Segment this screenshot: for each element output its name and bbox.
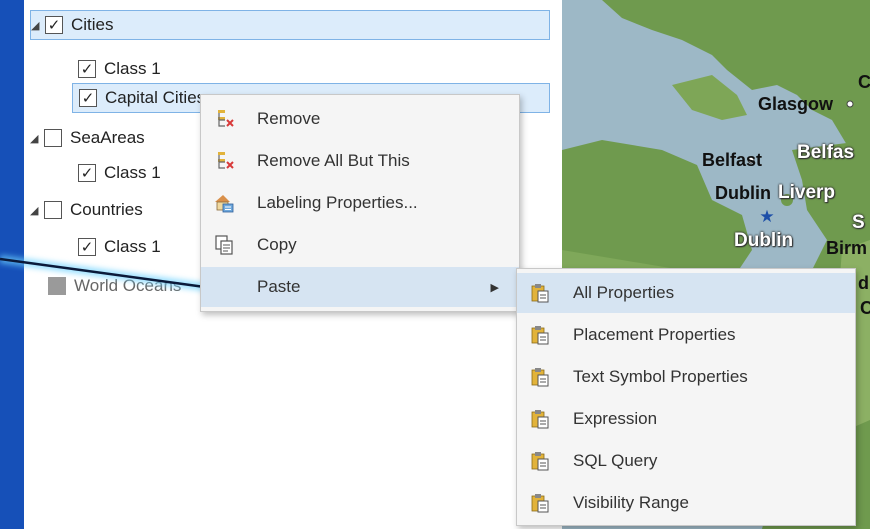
menu-item-label: Paste bbox=[257, 277, 301, 296]
clipboard-paste-icon bbox=[531, 284, 549, 303]
tree-item-label: Class 1 bbox=[104, 163, 161, 182]
clipboard-paste-icon bbox=[531, 368, 549, 387]
map-label-dublin: Dublin bbox=[715, 183, 771, 203]
capital-star-icon: ★ bbox=[759, 207, 774, 226]
menu-item-label: Text Symbol Properties bbox=[573, 367, 748, 386]
checkbox-sea-areas[interactable] bbox=[44, 129, 62, 147]
tree-item-label: SeaAreas bbox=[70, 128, 145, 147]
menu-item-label: Placement Properties bbox=[573, 325, 736, 344]
map-label-liverpool-halo: Liverp bbox=[778, 182, 836, 203]
checkbox-countries[interactable] bbox=[44, 201, 62, 219]
map-label-belfast: Belfast bbox=[702, 150, 763, 170]
menu-item-paste[interactable]: Paste ▶ bbox=[201, 267, 519, 307]
city-dot-glasgow bbox=[846, 100, 854, 108]
map-label-fragment-c: C bbox=[858, 72, 870, 92]
collapse-triangle-icon[interactable]: ◢ bbox=[31, 19, 45, 32]
menu-item-label: Expression bbox=[573, 409, 658, 428]
map-label-belfast-halo: Belfas bbox=[797, 142, 855, 163]
tree-item-label: Cities bbox=[71, 15, 114, 34]
remove-layer-icon bbox=[218, 110, 234, 127]
tree-item-label: Class 1 bbox=[104, 59, 161, 78]
map-label-fragment-s: S bbox=[852, 212, 865, 233]
clipboard-paste-icon bbox=[531, 326, 549, 345]
chevron-right-icon: ▶ bbox=[490, 281, 499, 294]
tree-item-label: Capital Cities bbox=[105, 88, 206, 107]
collapse-triangle-icon[interactable]: ◢ bbox=[30, 204, 44, 217]
menu-item-copy[interactable]: Copy bbox=[201, 225, 519, 265]
remove-all-but-this-icon bbox=[218, 152, 234, 169]
submenu-item-text-symbol-properties[interactable]: Text Symbol Properties bbox=[517, 357, 855, 397]
tree-item-cities[interactable]: ◢ Cities bbox=[30, 10, 550, 40]
menu-item-remove-all-but-this[interactable]: Remove All But This bbox=[201, 141, 519, 181]
paste-submenu: All Properties Placement Properties Text… bbox=[516, 268, 856, 526]
menu-item-label: Labeling Properties... bbox=[257, 193, 418, 212]
tree-item-label: Countries bbox=[70, 200, 143, 219]
clipboard-paste-icon bbox=[531, 410, 549, 429]
tree-item-cities-class[interactable]: Class 1 bbox=[78, 54, 161, 84]
submenu-item-all-properties[interactable]: All Properties bbox=[517, 273, 855, 313]
menu-item-labeling-properties[interactable]: Labeling Properties... bbox=[201, 183, 519, 223]
submenu-item-visibility-range[interactable]: Visibility Range bbox=[517, 483, 855, 523]
menu-item-remove[interactable]: Remove bbox=[201, 99, 519, 139]
submenu-item-expression[interactable]: Expression bbox=[517, 399, 855, 439]
checkbox-sea-class[interactable] bbox=[78, 164, 96, 182]
checkbox-cities[interactable] bbox=[45, 16, 63, 34]
map-label-fragment-c2: C bbox=[860, 298, 870, 318]
map-label-dublin-halo: Dublin bbox=[734, 230, 794, 251]
tree-item-sea-areas[interactable]: ◢ SeaAreas bbox=[30, 123, 145, 153]
submenu-item-placement-properties[interactable]: Placement Properties bbox=[517, 315, 855, 355]
copy-icon bbox=[215, 235, 233, 255]
labeling-properties-icon bbox=[215, 195, 234, 213]
tree-item-countries[interactable]: ◢ Countries bbox=[30, 195, 143, 225]
menu-item-label: SQL Query bbox=[573, 451, 658, 470]
menu-item-label: Copy bbox=[257, 235, 297, 254]
map-label-birmingham: Birm bbox=[826, 238, 868, 258]
menu-item-label: Visibility Range bbox=[573, 493, 689, 512]
menu-item-label: All Properties bbox=[573, 283, 675, 302]
checkbox-cities-class[interactable] bbox=[78, 60, 96, 78]
submenu-item-sql-query[interactable]: SQL Query bbox=[517, 441, 855, 481]
clipboard-paste-icon bbox=[531, 452, 549, 471]
menu-item-label: Remove All But This bbox=[257, 151, 410, 170]
tree-item-sea-class[interactable]: Class 1 bbox=[78, 158, 161, 188]
checkbox-capital-cities[interactable] bbox=[79, 89, 97, 107]
clipboard-paste-icon bbox=[531, 494, 549, 513]
map-label-fragment-d: d bbox=[858, 273, 869, 293]
collapse-triangle-icon[interactable]: ◢ bbox=[30, 132, 44, 145]
map-label-glasgow: Glasgow bbox=[758, 94, 834, 114]
menu-item-label: Remove bbox=[257, 109, 321, 128]
context-menu: Remove Remove All But This Labeling Prop… bbox=[200, 94, 520, 312]
